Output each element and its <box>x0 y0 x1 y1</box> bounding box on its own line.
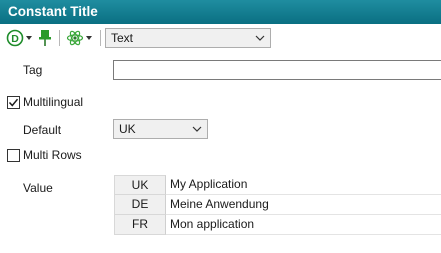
value-text-cell[interactable]: Mon application <box>166 215 441 235</box>
checkbox-box <box>7 148 20 162</box>
chevron-down-icon <box>255 35 265 41</box>
value-table: UK My Application DE Meine Anwendung FR … <box>114 175 441 235</box>
table-row: UK My Application <box>114 175 441 195</box>
value-text-cell[interactable]: Meine Anwendung <box>166 195 441 215</box>
toolbar-separator <box>100 30 101 46</box>
table-row: FR Mon application <box>114 215 441 235</box>
checkbox-box <box>7 95 20 109</box>
language-code: DE <box>114 195 166 215</box>
language-code: UK <box>114 175 166 195</box>
svg-text:D: D <box>11 33 19 45</box>
pin-icon <box>39 30 51 46</box>
toolbar: D Text <box>0 26 441 50</box>
d-circle-icon: D <box>6 29 24 47</box>
tag-label: Tag <box>23 63 43 77</box>
language-code: FR <box>114 215 166 235</box>
chevron-down-icon <box>26 36 32 40</box>
toolbar-separator <box>59 30 60 46</box>
multilingual-label: Multilingual <box>23 95 84 109</box>
multi-rows-checkbox[interactable]: Multi Rows <box>7 148 82 162</box>
value-label: Value <box>23 181 53 195</box>
window-title-bar: Constant Title <box>0 0 441 24</box>
chevron-down-icon <box>86 36 92 40</box>
pin-button[interactable] <box>38 29 52 47</box>
multilingual-checkbox[interactable]: Multilingual <box>7 95 83 109</box>
tag-input[interactable] <box>113 60 441 80</box>
type-combo[interactable]: Text <box>105 28 271 48</box>
checkmark-icon <box>8 98 19 107</box>
default-combo[interactable]: UK <box>113 119 208 139</box>
atom-icon <box>66 30 84 46</box>
window-title: Constant Title <box>8 4 98 19</box>
type-combo-value: Text <box>111 31 134 45</box>
table-row: DE Meine Anwendung <box>114 195 441 215</box>
default-label: Default <box>23 123 62 137</box>
default-combo-value: UK <box>119 122 136 136</box>
chevron-down-icon <box>192 126 202 132</box>
d-menu-button[interactable]: D <box>6 29 32 47</box>
multi-rows-label: Multi Rows <box>23 148 82 162</box>
atom-menu-button[interactable] <box>66 29 92 47</box>
value-text-cell[interactable]: My Application <box>166 175 441 195</box>
